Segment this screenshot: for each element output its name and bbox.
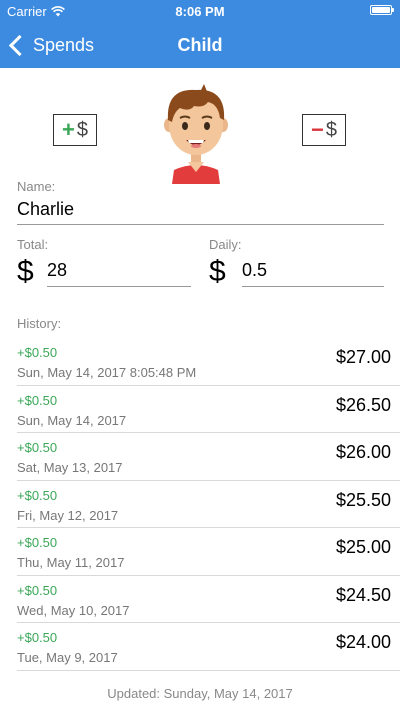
total-label: Total:	[17, 237, 49, 252]
total-currency-symbol: $	[17, 255, 34, 288]
name-field-underline	[17, 224, 384, 225]
add-money-button[interactable]: + $	[53, 114, 97, 146]
history-row[interactable]: +$0.50 Sun, May 14, 2017 8:05:48 PM $27.…	[17, 338, 400, 386]
minus-money-icon: −	[311, 117, 324, 142]
history-amount: +$0.50	[17, 582, 58, 598]
history-balance: $26.00	[335, 442, 391, 462]
history-balance: $25.50	[335, 489, 391, 510]
history-amount: +$0.50	[17, 630, 58, 645]
history-date: Sun, May 14, 2017	[17, 412, 127, 428]
navigation-bar: Spends Child	[0, 22, 400, 68]
name-label: Name:	[17, 179, 56, 194]
history-date: Sun, May 14, 2017 8:05:48 PM	[17, 365, 197, 380]
history-amount: +$0.50	[17, 487, 58, 503]
daily-label: Daily:	[209, 237, 242, 252]
history-row[interactable]: +$0.50 Tue, May 9, 2017 $24.00	[17, 623, 400, 671]
subtract-money-dollar: $	[325, 119, 337, 141]
history-row[interactable]: +$0.50 Fri, May 12, 2017 $25.50	[17, 481, 400, 528]
history-amount: +$0.50	[17, 345, 58, 360]
history-row[interactable]: +$0.50 Thu, May 11, 2017 $25.00	[17, 528, 400, 576]
total-field-underline	[47, 286, 191, 287]
history-row[interactable]: +$0.50 Wed, May 10, 2017 $24.50	[17, 576, 400, 623]
history-date: Wed, May 10, 2017	[17, 602, 130, 618]
history-amount: +$0.50	[17, 535, 58, 550]
daily-field[interactable]: 0.5	[242, 260, 267, 281]
top-bar: Carrier 8:06 PM Spends Child	[0, 0, 400, 68]
history-date: Tue, May 9, 2017	[17, 650, 118, 665]
history-row[interactable]: +$0.50 Sun, May 14, 2017 $26.50	[17, 386, 400, 433]
boy-avatar-icon	[164, 84, 228, 184]
name-field[interactable]: Charlie	[17, 199, 74, 220]
history-row[interactable]: +$0.50 Sat, May 13, 2017 $26.00	[17, 433, 400, 481]
daily-field-underline	[242, 286, 384, 287]
history-label: History:	[17, 316, 62, 331]
updated-footer: Updated: Sunday, May 14, 2017	[107, 686, 293, 701]
history-date: Thu, May 11, 2017	[17, 555, 125, 570]
history-balance: $26.50	[335, 394, 391, 415]
history-balance: $24.00	[335, 632, 391, 652]
total-field[interactable]: 28	[47, 260, 67, 281]
history-balance: $27.00	[335, 347, 391, 367]
history-amount: +$0.50	[17, 392, 58, 408]
history-balance: $24.50	[335, 584, 391, 605]
history-date: Sat, May 13, 2017	[17, 460, 123, 475]
subtract-money-button[interactable]: − $	[302, 114, 346, 146]
battery-icon	[370, 5, 394, 15]
history-date: Fri, May 12, 2017	[17, 507, 119, 523]
daily-currency-symbol: $	[209, 255, 226, 288]
status-time: 8:06 PM	[175, 4, 225, 19]
history-balance: $25.00	[335, 537, 391, 557]
history-amount: +$0.50	[17, 440, 58, 455]
status-bar: Carrier 8:06 PM	[0, 0, 400, 22]
add-money-dollar: $	[76, 119, 88, 141]
history-list: +$0.50 Sun, May 14, 2017 8:05:48 PM $27.…	[0, 338, 400, 671]
plus-money-icon: +	[62, 117, 75, 142]
page-title: Child	[177, 35, 223, 55]
